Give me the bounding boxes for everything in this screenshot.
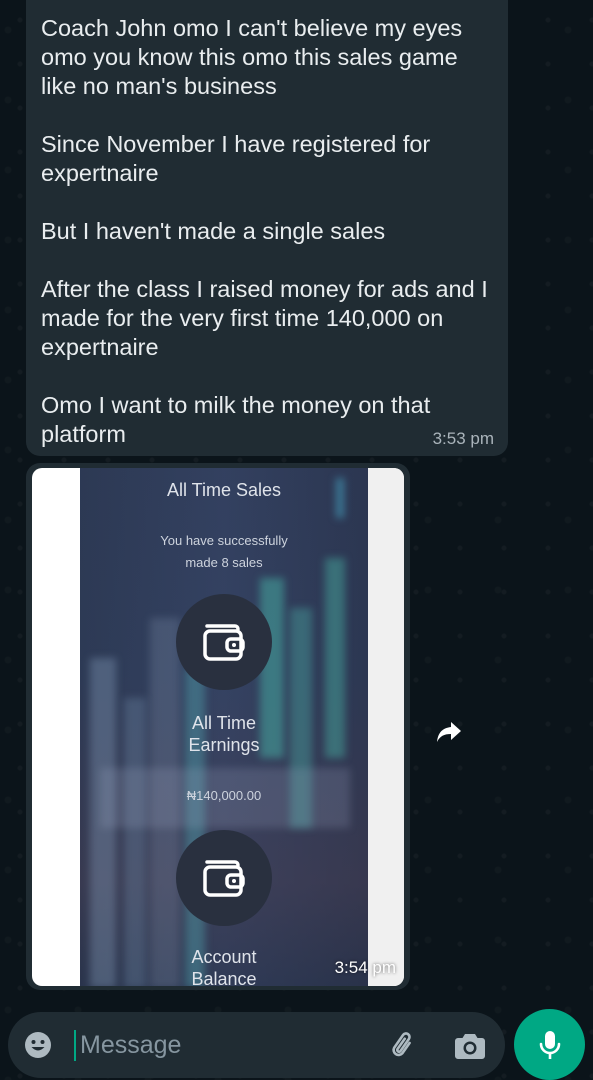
- message-composer: Message: [8, 1012, 505, 1078]
- wallet-icon: [203, 624, 245, 661]
- earnings-label: All Time Earnings: [80, 712, 368, 756]
- sales-screenshot: All Time Sales You have successfully mad…: [80, 468, 368, 986]
- paperclip-icon: [392, 1032, 411, 1057]
- sales-title: All Time Sales: [166, 480, 282, 500]
- message-paragraph: After the class I raised money for ads a…: [41, 276, 488, 360]
- earnings-label-line: Earnings: [188, 735, 260, 755]
- emoji-button[interactable]: [24, 1031, 52, 1059]
- message-bubble[interactable]: Coach John omo I can't believe my eyes o…: [26, 0, 508, 456]
- image-timestamp: 3:54 pm: [334, 958, 396, 977]
- image-attachment[interactable]: All Time Sales You have successfully mad…: [32, 468, 404, 986]
- earnings-label-line: All Time: [191, 713, 256, 733]
- camera-button[interactable]: [454, 1031, 486, 1061]
- balance-label-line: Account: [191, 947, 257, 967]
- emoji-icon: [25, 1032, 51, 1058]
- forward-icon: [437, 722, 461, 742]
- message-paragraph: Omo I want to milk the money on that pla…: [41, 392, 431, 447]
- message-paragraph: Coach John omo I can't believe my eyes o…: [41, 15, 463, 99]
- camera-icon: [455, 1034, 485, 1059]
- screenshot-edge: [368, 468, 404, 986]
- microphone-icon: [539, 1030, 560, 1059]
- voice-message-button[interactable]: [514, 1009, 585, 1080]
- wallet-icon-circle: [176, 594, 272, 690]
- earnings-amount: ₦140,000.00: [186, 788, 262, 803]
- sales-subtitle-line: You have successfully: [160, 533, 288, 548]
- image-message-bubble[interactable]: All Time Sales You have successfully mad…: [26, 463, 410, 990]
- sales-subtitle-line: made 8 sales: [185, 555, 263, 570]
- message-timestamp: 3:53 pm: [432, 429, 494, 448]
- message-input[interactable]: Message: [80, 1031, 181, 1060]
- message-paragraph: Since November I have registered for exp…: [41, 131, 431, 186]
- balance-label-line: Balance: [191, 969, 257, 986]
- wallet-icon-circle: [176, 830, 272, 926]
- message-text: Coach John omo I can't believe my eyes o…: [41, 14, 496, 449]
- message-paragraph: But I haven't made a single sales: [41, 218, 386, 244]
- balance-label: Account Balance: [80, 946, 368, 986]
- forward-button[interactable]: [432, 715, 466, 749]
- attach-button[interactable]: [388, 1030, 420, 1062]
- text-caret: [74, 1030, 76, 1061]
- wallet-icon: [203, 860, 245, 897]
- sales-subtitle: You have successfully made 8 sales: [80, 530, 368, 574]
